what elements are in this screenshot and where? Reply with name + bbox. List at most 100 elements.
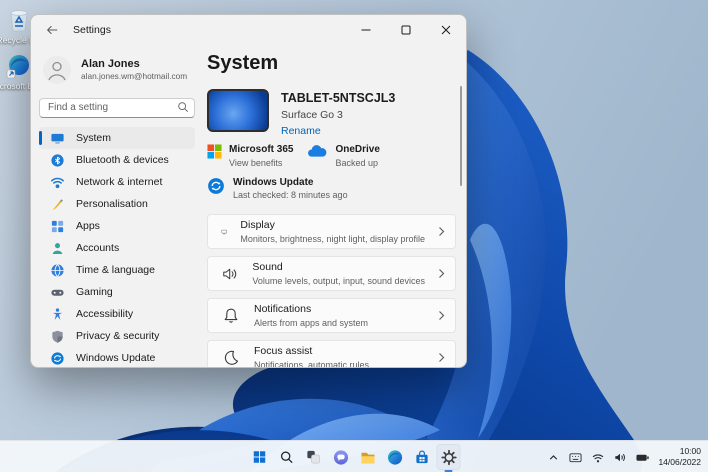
maximize-button[interactable] xyxy=(386,15,426,45)
settings-app-button[interactable] xyxy=(437,444,461,470)
sidebar-item-personalisation[interactable]: Personalisation xyxy=(39,193,195,215)
touch-keyboard-button[interactable] xyxy=(568,451,583,464)
file-explorer-button[interactable] xyxy=(356,444,380,470)
onedrive-icon xyxy=(307,144,328,158)
network-icon xyxy=(50,175,65,190)
search-icon xyxy=(177,101,189,113)
minimize-icon xyxy=(360,24,372,36)
device-thumbnail xyxy=(207,89,269,132)
desktop: Recycle Bin Microsoft Edge Settings xyxy=(0,0,708,472)
sidebar-item-bluetooth-devices[interactable]: Bluetooth & devices xyxy=(39,149,195,171)
display-icon xyxy=(221,222,227,242)
accessibility-icon xyxy=(50,307,65,322)
window-title: Settings xyxy=(73,24,111,36)
wifi-button[interactable] xyxy=(591,451,605,464)
store-button[interactable] xyxy=(410,444,434,470)
chevron-right-icon xyxy=(438,310,445,321)
tray-chevron-up-button[interactable] xyxy=(547,451,560,464)
settings-window: Settings xyxy=(30,14,467,368)
system-icon xyxy=(50,131,65,146)
wifi-icon xyxy=(591,451,605,464)
sidebar-item-privacy-security[interactable]: Privacy & security xyxy=(39,325,195,347)
sidebar-item-time-language[interactable]: Time & language xyxy=(39,259,195,281)
card-sound[interactable]: Sound Volume levels, output, input, soun… xyxy=(207,256,456,291)
accounts-icon xyxy=(50,241,65,256)
sidebar-item-accounts[interactable]: Accounts xyxy=(39,237,195,259)
chat-button[interactable] xyxy=(329,444,353,470)
windows-update-status[interactable]: Windows Update Last checked: 8 minutes a… xyxy=(207,177,466,201)
taskbar-search-button[interactable] xyxy=(275,444,299,470)
touch-keyboard-icon xyxy=(568,451,583,464)
windows-update-icon xyxy=(207,177,225,195)
back-arrow-icon xyxy=(45,23,59,37)
sidebar-item-apps[interactable]: Apps xyxy=(39,215,195,237)
back-button[interactable] xyxy=(41,19,63,41)
privacy-icon xyxy=(50,329,65,344)
volume-button[interactable] xyxy=(613,451,627,464)
close-icon xyxy=(440,24,452,36)
notifications-icon xyxy=(221,306,241,326)
maximize-icon xyxy=(400,24,412,36)
microsoft-365-item[interactable]: Microsoft 365 View benefits xyxy=(207,144,293,168)
sidebar-item-gaming[interactable]: Gaming xyxy=(39,281,195,303)
chat-icon xyxy=(331,448,350,467)
gaming-icon xyxy=(50,285,65,300)
store-icon xyxy=(412,448,431,467)
apps-icon xyxy=(50,219,65,234)
card-notifications[interactable]: Notifications Alerts from apps and syste… xyxy=(207,298,456,333)
taskbar: 10:00 14/06/2022 xyxy=(0,440,708,472)
clock-time: 10:00 xyxy=(658,446,701,457)
settings-cards: Display Monitors, brightness, night ligh… xyxy=(207,214,456,368)
taskbar-clock[interactable]: 10:00 14/06/2022 xyxy=(658,446,701,468)
edge-icon xyxy=(385,448,404,467)
device-name: TABLET-5NTSCJL3 xyxy=(281,91,395,106)
user-account[interactable]: Alan Jones alan.jones.wm@hotmail.com xyxy=(43,55,195,85)
benefits-row: Microsoft 365 View benefits OneDrive Bac… xyxy=(207,144,466,168)
search-icon xyxy=(278,448,296,466)
sidebar-item-system[interactable]: System xyxy=(39,127,195,149)
minimize-button[interactable] xyxy=(346,15,386,45)
titlebar: Settings xyxy=(31,15,466,45)
window-scrollbar[interactable] xyxy=(460,86,462,186)
chevron-right-icon xyxy=(438,268,445,279)
device-info: TABLET-5NTSCJL3 Surface Go 3 Rename xyxy=(207,89,466,137)
window-controls xyxy=(346,15,466,45)
edge-button[interactable] xyxy=(383,444,407,470)
personalisation-icon xyxy=(50,197,65,212)
windows-update-icon xyxy=(50,351,65,366)
close-button[interactable] xyxy=(426,15,466,45)
card-focus-assist[interactable]: Focus assist Notifications, automatic ru… xyxy=(207,340,456,368)
focus-assist-icon xyxy=(221,348,241,368)
user-name: Alan Jones xyxy=(81,58,187,71)
volume-icon xyxy=(613,451,627,464)
page-title: System xyxy=(207,51,466,75)
task-view-button[interactable] xyxy=(302,444,326,470)
device-model: Surface Go 3 xyxy=(281,109,395,121)
sidebar-nav: System Bluetooth & devices xyxy=(39,127,195,368)
clock-date: 14/06/2022 xyxy=(658,457,701,468)
search-box xyxy=(39,97,195,117)
battery-icon xyxy=(635,451,650,464)
main-panel: System TABLET-5NTSCJL3 Surface Go 3 Rena… xyxy=(203,45,466,367)
selected-accent-bar xyxy=(39,131,42,145)
search-input[interactable] xyxy=(39,98,195,118)
sidebar: Alan Jones alan.jones.wm@hotmail.com xyxy=(31,45,203,367)
bluetooth-icon xyxy=(50,153,65,168)
settings-gear-icon xyxy=(439,448,458,467)
rename-link[interactable]: Rename xyxy=(281,125,395,137)
start-button[interactable] xyxy=(248,444,272,470)
file-explorer-icon xyxy=(358,448,377,467)
sidebar-item-windows-update[interactable]: Windows Update xyxy=(39,347,195,368)
sidebar-item-accessibility[interactable]: Accessibility xyxy=(39,303,195,325)
microsoft-365-icon xyxy=(207,144,222,159)
chevron-up-icon xyxy=(547,451,560,464)
windows-start-icon xyxy=(251,448,269,466)
battery-button[interactable] xyxy=(635,451,650,464)
onedrive-item[interactable]: OneDrive Backed up xyxy=(307,144,379,168)
card-display[interactable]: Display Monitors, brightness, night ligh… xyxy=(207,214,456,249)
chevron-right-icon xyxy=(438,226,445,237)
sound-icon xyxy=(221,264,239,284)
sidebar-item-network-internet[interactable]: Network & internet xyxy=(39,171,195,193)
user-email: alan.jones.wm@hotmail.com xyxy=(81,71,187,82)
edge-icon xyxy=(5,52,33,80)
